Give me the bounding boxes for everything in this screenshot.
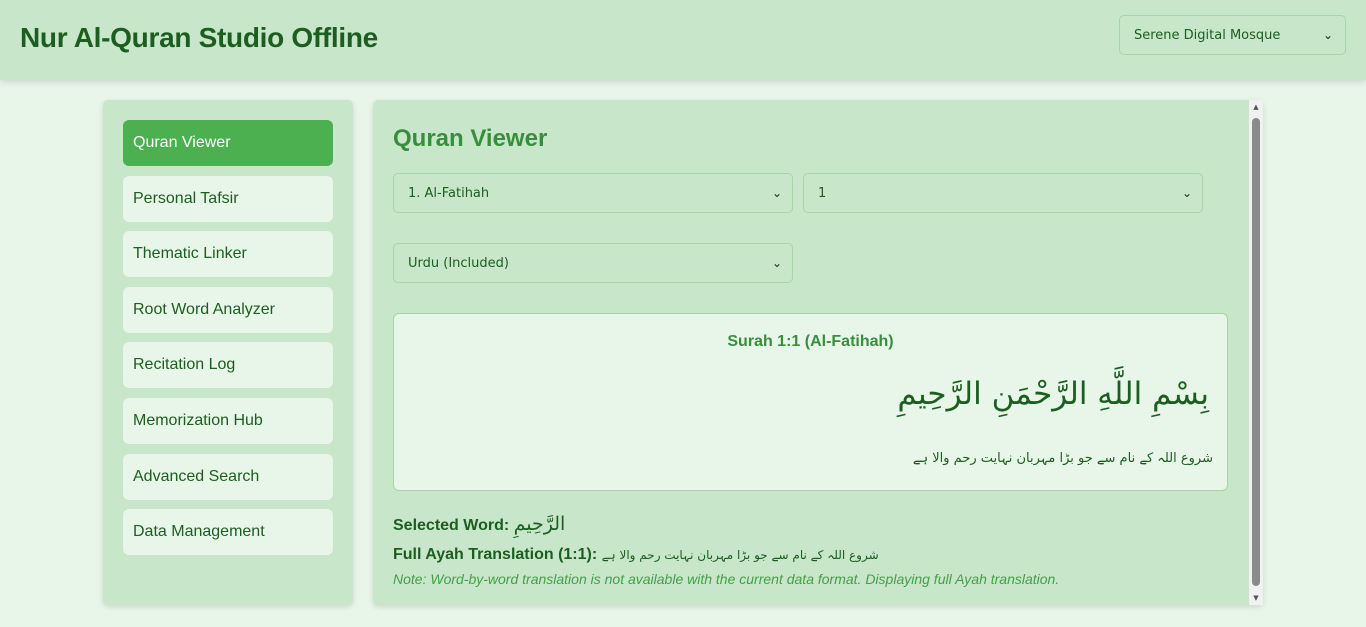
sidebar-item-quran-viewer[interactable]: Quran Viewer — [123, 120, 333, 166]
ayah-reference: Surah 1:1 (Al-Fatihah) — [727, 333, 894, 350]
full-translation-value: شروع اللہ کے نام سے جو بڑا مہربان نہایت … — [601, 548, 879, 562]
sidebar-item-recitation-log[interactable]: Recitation Log — [123, 342, 333, 388]
sidebar-item-label: Thematic Linker — [133, 245, 247, 262]
sidebar-item-label: Data Management — [133, 523, 265, 540]
note-text: Note: Word-by-word translation is not av… — [393, 571, 1060, 587]
app-title: Nur Al-Quran Studio Offline — [20, 22, 378, 53]
chevron-down-icon: ⌄ — [1181, 186, 1192, 200]
sidebar-item-label: Memorization Hub — [133, 412, 263, 429]
sidebar-item-data-management[interactable]: Data Management — [123, 509, 333, 555]
sidebar: Quran Viewer Personal Tafsir Thematic Li… — [103, 100, 353, 605]
sidebar-item-label: Root Word Analyzer — [133, 301, 275, 318]
full-translation-label: Full Ayah Translation (1:1): — [393, 546, 598, 563]
theme-select-value: Serene Digital Mosque — [1134, 27, 1281, 43]
surah-select-value: 1. Al-Fatihah — [408, 185, 490, 201]
sidebar-item-advanced-search[interactable]: Advanced Search — [123, 454, 333, 500]
scroll-up-icon[interactable]: ▲ — [1249, 100, 1263, 114]
selected-word-line: Selected Word: الرَّحِيمِ — [393, 513, 565, 535]
sidebar-item-root-word-analyzer[interactable]: Root Word Analyzer — [123, 287, 333, 333]
translation-select[interactable]: Urdu (Included) ⌄ — [393, 243, 793, 283]
sidebar-item-memorization-hub[interactable]: Memorization Hub — [123, 398, 333, 444]
chevron-down-icon: ⌄ — [1322, 28, 1333, 42]
sidebar-item-label: Advanced Search — [133, 468, 260, 485]
scrollbar[interactable]: ▲ ▼ — [1249, 100, 1263, 605]
ayah-select[interactable]: 1 ⌄ — [803, 173, 1203, 213]
selected-word-value: الرَّحِيمِ — [513, 513, 566, 535]
sidebar-item-label: Personal Tafsir — [133, 190, 239, 207]
sidebar-item-personal-tafsir[interactable]: Personal Tafsir — [123, 176, 333, 222]
full-translation-line: Full Ayah Translation (1:1): شروع اللہ ک… — [393, 546, 879, 564]
ayah-select-value: 1 — [818, 185, 827, 201]
chevron-down-icon: ⌄ — [771, 256, 782, 270]
theme-select[interactable]: Serene Digital Mosque ⌄ — [1119, 15, 1346, 55]
sidebar-item-thematic-linker[interactable]: Thematic Linker — [123, 231, 333, 277]
ayah-card: Surah 1:1 (Al-Fatihah) بِسْمِ اللَّهِ ال… — [393, 313, 1228, 491]
scroll-down-icon[interactable]: ▼ — [1249, 591, 1263, 605]
sidebar-item-label: Quran Viewer — [133, 134, 231, 151]
ayah-translation: شروع اللہ کے نام سے جو بڑا مہربان نہایت … — [912, 451, 1213, 466]
selected-word-label: Selected Word: — [393, 517, 510, 534]
ayah-arabic-text[interactable]: بِسْمِ اللَّهِ الرَّحْمَنِ الرَّحِيمِ — [897, 376, 1209, 412]
app-header: Nur Al-Quran Studio Offline Serene Digit… — [0, 0, 1366, 80]
translation-select-value: Urdu (Included) — [408, 255, 509, 271]
quran-viewer-panel: Quran Viewer 1. Al-Fatihah ⌄ 1 ⌄ Urdu (I… — [373, 100, 1263, 605]
chevron-down-icon: ⌄ — [771, 186, 782, 200]
surah-select[interactable]: 1. Al-Fatihah ⌄ — [393, 173, 793, 213]
sidebar-item-label: Recitation Log — [133, 356, 236, 373]
scroll-thumb[interactable] — [1252, 118, 1260, 586]
page-title: Quran Viewer — [393, 125, 548, 152]
